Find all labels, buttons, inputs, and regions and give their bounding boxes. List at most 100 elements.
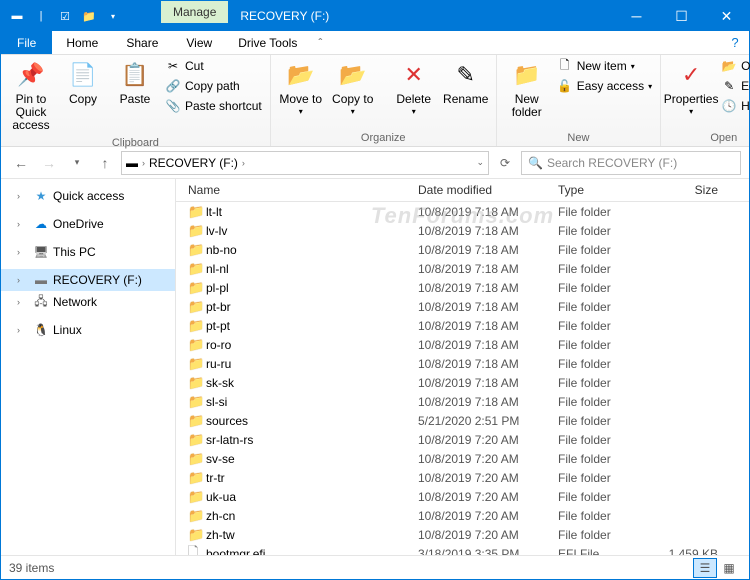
file-row[interactable]: 📁sources5/21/2020 2:51 PMFile folder <box>176 411 749 430</box>
file-row[interactable]: 📁lt-lt10/8/2019 7:18 AMFile folder <box>176 202 749 221</box>
file-name: sr-latn-rs <box>206 433 418 447</box>
file-row[interactable]: 📁ro-ro10/8/2019 7:18 AMFile folder <box>176 335 749 354</box>
tab-file[interactable]: File <box>1 31 52 54</box>
move-to-button[interactable]: 📂Move to▾ <box>277 57 325 119</box>
details-view-button[interactable]: ☰ <box>693 558 717 578</box>
refresh-button[interactable]: ⟳ <box>493 151 517 175</box>
icons-view-button[interactable]: ▦ <box>717 558 741 578</box>
file-date: 10/8/2019 7:20 AM <box>418 471 558 485</box>
file-type: File folder <box>558 357 658 371</box>
nav-item[interactable]: ›🐧Linux <box>1 319 175 341</box>
properties-button[interactable]: ✓Properties▾ <box>667 57 715 119</box>
properties-qat-icon[interactable]: ☑ <box>57 8 73 24</box>
file-name: zh-cn <box>206 509 418 523</box>
expand-icon[interactable]: › <box>17 275 29 285</box>
copy-path-button[interactable]: 🔗Copy path <box>163 77 264 95</box>
file-row[interactable]: 📁tr-tr10/8/2019 7:20 AMFile folder <box>176 468 749 487</box>
history-button[interactable]: 🕓History <box>719 97 750 115</box>
file-row[interactable]: 📁lv-lv10/8/2019 7:18 AMFile folder <box>176 221 749 240</box>
column-header-size[interactable]: Size <box>658 183 738 197</box>
file-date: 10/8/2019 7:18 AM <box>418 243 558 257</box>
tab-home[interactable]: Home <box>52 31 112 54</box>
group-label-new: New <box>503 130 654 146</box>
file-row[interactable]: 📁pt-br10/8/2019 7:18 AMFile folder <box>176 297 749 316</box>
file-name: ro-ro <box>206 338 418 352</box>
item-count: 39 items <box>9 561 54 575</box>
file-row[interactable]: 📁pl-pl10/8/2019 7:18 AMFile folder <box>176 278 749 297</box>
file-type: File folder <box>558 205 658 219</box>
nav-item[interactable]: ›🖥This PC <box>1 241 175 263</box>
nav-item[interactable]: ›🖧Network <box>1 291 175 313</box>
cut-button[interactable]: ✂Cut <box>163 57 264 75</box>
file-row[interactable]: 📁uk-ua10/8/2019 7:20 AMFile folder <box>176 487 749 506</box>
new-folder-qat-icon[interactable]: 📁 <box>81 8 97 24</box>
tab-share[interactable]: Share <box>112 31 172 54</box>
file-row[interactable]: 📁sl-si10/8/2019 7:18 AMFile folder <box>176 392 749 411</box>
file-name: zh-tw <box>206 528 418 542</box>
file-row[interactable]: 📁sk-sk10/8/2019 7:18 AMFile folder <box>176 373 749 392</box>
nav-item-icon: ▬ <box>33 272 49 288</box>
paste-icon: 📋 <box>119 59 151 91</box>
expand-icon[interactable]: › <box>17 219 29 229</box>
help-icon[interactable]: ? <box>721 31 749 54</box>
column-header-name[interactable]: Name <box>188 183 418 197</box>
file-icon: 🗋 <box>188 543 206 556</box>
expand-icon[interactable]: › <box>17 191 29 201</box>
file-row[interactable]: 📁zh-cn10/8/2019 7:20 AMFile folder <box>176 506 749 525</box>
collapse-ribbon-icon[interactable]: ˆ <box>309 31 331 54</box>
file-row[interactable]: 📁sv-se10/8/2019 7:20 AMFile folder <box>176 449 749 468</box>
maximize-button[interactable]: ☐ <box>659 1 704 31</box>
folder-icon: 📁 <box>188 299 206 315</box>
file-list[interactable]: 📁lt-lt10/8/2019 7:18 AMFile folder📁lv-lv… <box>176 202 749 555</box>
file-row[interactable]: 📁sr-latn-rs10/8/2019 7:20 AMFile folder <box>176 430 749 449</box>
file-row[interactable]: 🗋bootmgr.efi3/18/2019 3:35 PMEFI File1,4… <box>176 544 749 555</box>
file-row[interactable]: 📁pt-pt10/8/2019 7:18 AMFile folder <box>176 316 749 335</box>
pin-quick-access-button[interactable]: 📌Pin to Quick access <box>7 57 55 135</box>
folder-icon: 📁 <box>188 261 206 277</box>
up-button[interactable]: ↑ <box>93 151 117 175</box>
paste-button[interactable]: 📋Paste <box>111 57 159 108</box>
file-date: 10/8/2019 7:18 AM <box>418 357 558 371</box>
search-input[interactable]: 🔍 Search RECOVERY (F:) <box>521 151 741 175</box>
tab-view[interactable]: View <box>172 31 226 54</box>
file-row[interactable]: 📁ru-ru10/8/2019 7:18 AMFile folder <box>176 354 749 373</box>
close-button[interactable]: ✕ <box>704 1 749 31</box>
contextual-tab-manage[interactable]: Manage <box>161 1 228 23</box>
forward-button[interactable]: → <box>37 151 61 175</box>
back-button[interactable]: ← <box>9 151 33 175</box>
qat-dropdown-icon[interactable]: ▾ <box>105 8 121 24</box>
new-folder-button[interactable]: 📁New folder <box>503 57 551 121</box>
address-dropdown-icon[interactable]: ⌄ <box>476 157 484 168</box>
breadcrumb-segment[interactable]: RECOVERY (F:) <box>149 156 238 170</box>
nav-item[interactable]: ›★Quick access <box>1 185 175 207</box>
new-item-button[interactable]: 🗋New item ▾ <box>555 57 654 75</box>
expand-icon[interactable]: › <box>17 247 29 257</box>
delete-button[interactable]: ✕Delete▾ <box>390 57 438 119</box>
expand-icon[interactable]: › <box>17 325 29 335</box>
copy-to-button[interactable]: 📂Copy to▾ <box>329 57 377 119</box>
column-header-type[interactable]: Type <box>558 183 658 197</box>
file-row[interactable]: 📁nb-no10/8/2019 7:18 AMFile folder <box>176 240 749 259</box>
minimize-button[interactable]: ─ <box>614 1 659 31</box>
tab-drive-tools[interactable]: Drive Tools <box>226 31 309 54</box>
address-bar[interactable]: ▬ › RECOVERY (F:) › ⌄ <box>121 151 489 175</box>
open-button[interactable]: 📂Open ▾ <box>719 57 750 75</box>
paste-shortcut-button[interactable]: 📎Paste shortcut <box>163 97 264 115</box>
group-clipboard: 📌Pin to Quick access 📄Copy 📋Paste ✂Cut 🔗… <box>1 55 271 146</box>
copy-button[interactable]: 📄Copy <box>59 57 107 108</box>
folder-icon: 📁 <box>188 394 206 410</box>
easy-access-button[interactable]: 🔓Easy access ▾ <box>555 77 654 95</box>
edit-button[interactable]: ✎Edit <box>719 77 750 95</box>
properties-icon: ✓ <box>675 59 707 91</box>
file-row[interactable]: 📁zh-tw10/8/2019 7:20 AMFile folder <box>176 525 749 544</box>
rename-button[interactable]: ✎Rename <box>442 57 490 108</box>
file-type: File folder <box>558 300 658 314</box>
recent-locations-button[interactable]: ▾ <box>65 151 89 175</box>
file-name: pt-pt <box>206 319 418 333</box>
nav-item[interactable]: ›☁OneDrive <box>1 213 175 235</box>
column-header-date[interactable]: Date modified <box>418 183 558 197</box>
nav-item[interactable]: ›▬RECOVERY (F:) <box>1 269 175 291</box>
file-row[interactable]: 📁nl-nl10/8/2019 7:18 AMFile folder <box>176 259 749 278</box>
expand-icon[interactable]: › <box>17 297 29 307</box>
file-date: 10/8/2019 7:18 AM <box>418 338 558 352</box>
